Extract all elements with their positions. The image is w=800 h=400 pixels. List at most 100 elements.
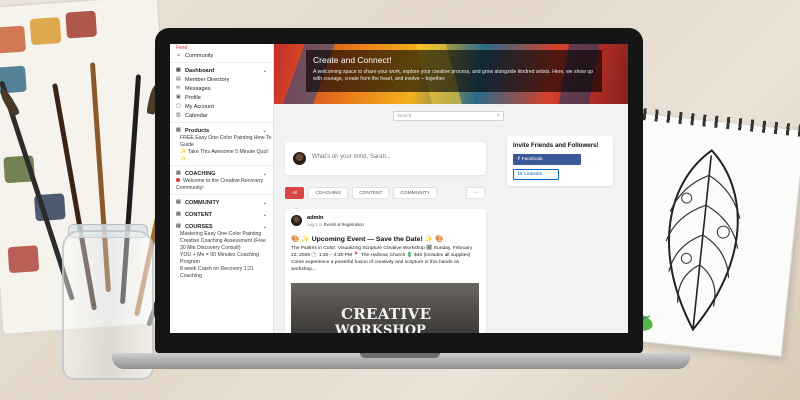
tab-coaching[interactable]: COACHING bbox=[308, 187, 349, 199]
sidebar-item-messages[interactable]: ✉ Messages bbox=[170, 84, 273, 93]
section-label: Products bbox=[185, 127, 210, 134]
sidebar-item-free-guide[interactable]: FREE Easy One-Color Painting How-To Guid… bbox=[170, 135, 273, 149]
account-icon: ▢ bbox=[176, 103, 181, 109]
invite-title: Invite Friends and Followers! bbox=[513, 142, 599, 149]
post-date: Aug 1 bbox=[307, 222, 318, 227]
community-icon: ▤ bbox=[176, 199, 181, 205]
section-label: CONTENT bbox=[185, 211, 213, 218]
sidebar-section-coaching[interactable]: ▤ COACHING ⌄ bbox=[170, 169, 273, 178]
title-text: Upcoming Event — Save the Date! bbox=[311, 236, 423, 243]
composer-placeholder: What's on your mind, Sarah... bbox=[312, 154, 391, 160]
chevron-down-icon: ⌄ bbox=[262, 211, 267, 218]
post-composer[interactable]: What's on your mind, Sarah... bbox=[285, 142, 486, 175]
sidebar-item-welcome[interactable]: Welcome to the Creative Recovery Communi… bbox=[170, 178, 273, 192]
post-author[interactable]: admin bbox=[307, 215, 323, 221]
sidebar-item-label: Messages bbox=[185, 85, 211, 92]
spiral-rings bbox=[624, 106, 800, 137]
search-icon[interactable]: ⌕ bbox=[497, 113, 501, 118]
title-emoji: 🎨 ✨ bbox=[291, 236, 310, 243]
directory-icon: ▤ bbox=[176, 76, 181, 82]
sidebar-item-label: Profile bbox=[185, 94, 201, 101]
chevron-down-icon: ⌄ bbox=[262, 170, 267, 177]
sidebar-section-dashboard[interactable]: ▦ Dashboard ⌄ bbox=[170, 66, 273, 75]
paint-well bbox=[65, 10, 98, 39]
hero-banner: Create and Connect! A welcoming space to… bbox=[274, 44, 628, 104]
linkedin-icon: in bbox=[518, 172, 523, 177]
post-image[interactable]: CREATIVE WORKSHOP bbox=[291, 283, 479, 333]
sidebar-item-my-account[interactable]: ▢ My Account bbox=[170, 102, 273, 111]
section-label: COACHING bbox=[185, 170, 216, 177]
hero-description: A welcoming space to share your work, ex… bbox=[313, 69, 594, 82]
divider bbox=[170, 165, 273, 166]
button-label: LinkedIn bbox=[524, 172, 543, 177]
sidebar-section-content[interactable]: ▤ CONTENT ⌄ bbox=[170, 210, 273, 219]
hero-title: Create and Connect! bbox=[313, 55, 392, 65]
unread-dot-icon bbox=[176, 178, 180, 182]
chevron-down-icon: ⌄ bbox=[262, 127, 267, 134]
invite-widget: Invite Friends and Followers! f Facebook … bbox=[507, 136, 613, 186]
divider bbox=[170, 194, 273, 195]
section-label: COURSES bbox=[185, 223, 213, 230]
tab-content[interactable]: CONTENT bbox=[352, 187, 390, 199]
calendar-icon: ▥ bbox=[176, 112, 181, 118]
chevron-down-icon: ⌄ bbox=[262, 223, 267, 230]
sidebar-item-label: My Account bbox=[185, 103, 214, 110]
laptop-notch bbox=[360, 353, 440, 358]
paint-well bbox=[7, 245, 40, 274]
title-emoji: ✨ 🎨 bbox=[424, 236, 444, 243]
sidebar-section-products[interactable]: ▤ Products ⌄ bbox=[170, 126, 273, 135]
chevron-down-icon: ⌄ bbox=[262, 67, 267, 74]
app-window: Feed ☺ Community ▦ Dashboard ⌄ ▤ Member … bbox=[170, 44, 628, 333]
sidebar-item-label: Calendar bbox=[185, 112, 208, 119]
post-in-label: in bbox=[319, 222, 323, 227]
post-body: The Psalms in Color: Visualizing Scriptu… bbox=[291, 246, 473, 272]
section-label: COMMUNITY bbox=[185, 199, 220, 206]
sidebar-item-label: Community bbox=[185, 52, 214, 59]
people-icon: ☺ bbox=[176, 52, 182, 58]
sidebar-item-community[interactable]: ☺ Community bbox=[170, 51, 273, 60]
hero-text-box: Create and Connect! A welcoming space to… bbox=[306, 50, 602, 92]
sidebar-item-course[interactable]: Creative Coaching Assessment (Free 30 Mi… bbox=[170, 238, 273, 252]
sidebar-item-course[interactable]: 8 week Crash on Recovery 1:21 Coaching bbox=[170, 266, 273, 280]
linkedin-invite-button[interactable]: in LinkedIn bbox=[513, 169, 559, 180]
sidebar-item-member-directory[interactable]: ▤ Member Directory bbox=[170, 75, 273, 84]
post-title: 🎨 ✨ Upcoming Event — Save the Date! ✨ 🎨 bbox=[291, 235, 443, 243]
message-icon: ✉ bbox=[176, 85, 181, 91]
sidebar-item-calendar[interactable]: ▥ Calendar bbox=[170, 111, 273, 120]
filter-tabs: All COACHING CONTENT COMMUNITY ··· bbox=[285, 187, 485, 199]
divider bbox=[170, 122, 273, 123]
feed-post: admin Aug 1 in Events & Registration 🎨 ✨… bbox=[285, 209, 486, 333]
products-icon: ▤ bbox=[176, 127, 181, 133]
sidebar-item-feed[interactable]: Feed bbox=[170, 44, 273, 51]
paint-well bbox=[0, 25, 26, 54]
avatar bbox=[293, 152, 306, 165]
more-tabs-button[interactable]: ··· bbox=[466, 187, 485, 199]
tab-community[interactable]: COMMUNITY bbox=[393, 187, 437, 199]
search-input[interactable]: Search bbox=[393, 111, 504, 121]
sidebar-item-quiz[interactable]: ✨ Take This Awesome 5 Minute Quiz! ✨ bbox=[170, 149, 273, 163]
sidebar-item-label: Feed bbox=[176, 44, 188, 51]
button-label: Facebook bbox=[521, 157, 543, 162]
sidebar-section-courses[interactable]: ▤ COURSES ⌄ bbox=[170, 222, 273, 231]
sidebar-item-course[interactable]: Mastering Easy One-Color Painting bbox=[170, 231, 273, 238]
sidebar-item-label: Member Directory bbox=[185, 76, 230, 83]
sidebar: Feed ☺ Community ▦ Dashboard ⌄ ▤ Member … bbox=[170, 44, 274, 333]
image-caption: CREATIVE bbox=[341, 305, 432, 323]
avatar[interactable] bbox=[291, 215, 302, 226]
sidebar-item-course[interactable]: YOU + Me = 90 Minutes Coaching Program bbox=[170, 252, 273, 266]
courses-icon: ▤ bbox=[176, 223, 181, 229]
chevron-down-icon: ⌄ bbox=[262, 199, 267, 206]
sidebar-item-label: Welcome to the Creative Recovery Communi… bbox=[176, 178, 264, 191]
dashboard-icon: ▦ bbox=[176, 67, 181, 73]
paint-well bbox=[29, 17, 62, 46]
tab-all[interactable]: All bbox=[285, 187, 305, 199]
facebook-icon: f bbox=[518, 157, 520, 162]
coaching-icon: ▤ bbox=[176, 170, 181, 176]
sidebar-section-community[interactable]: ▤ COMMUNITY ⌄ bbox=[170, 198, 273, 207]
section-label: Dashboard bbox=[185, 67, 215, 74]
profile-icon: ▣ bbox=[176, 94, 181, 100]
post-category[interactable]: Events & Registration bbox=[324, 222, 364, 227]
facebook-invite-button[interactable]: f Facebook bbox=[513, 154, 581, 165]
sidebar-item-profile[interactable]: ▣ Profile bbox=[170, 93, 273, 102]
divider bbox=[170, 62, 273, 63]
